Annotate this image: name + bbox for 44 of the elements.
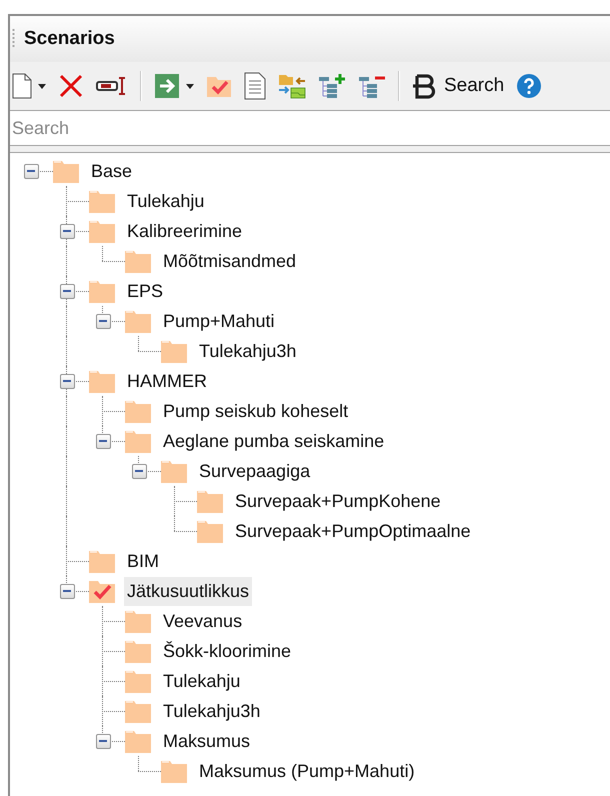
close-icon [58, 73, 84, 99]
collapse-toggle[interactable] [60, 584, 74, 598]
collapse-toggle[interactable] [60, 374, 74, 388]
tree-item-label[interactable]: Tulekahju3h [196, 336, 300, 366]
tree-item-label[interactable]: Tulekahju [160, 666, 244, 696]
tree-item-label[interactable]: Pump seiskub koheselt [160, 396, 352, 426]
collapse-toggle[interactable] [96, 434, 110, 448]
bold-b-icon [412, 73, 438, 99]
collapse-toggle[interactable] [132, 464, 146, 478]
search-button[interactable]: Search [412, 72, 504, 100]
tree-item-label[interactable]: Maksumus [160, 726, 254, 756]
tree-add-icon [318, 73, 346, 99]
tree-item-label[interactable]: EPS [124, 276, 166, 306]
tree-item-label[interactable]: Pump+Mahuti [160, 306, 278, 336]
tree-item-label[interactable]: HAMMER [124, 366, 210, 396]
help-icon [516, 73, 542, 99]
panel-title: Scenarios [24, 28, 115, 50]
tree-item-label[interactable]: Mõõtmisandmed [160, 246, 300, 276]
tree-item-label[interactable]: Maksumus (Pump+Mahuti) [196, 756, 418, 786]
grip-icon [12, 28, 15, 50]
tree-item-label[interactable]: Survepaak+PumpOptimaalne [232, 516, 474, 546]
tree-item-label[interactable]: Jätkusuutlikkus [124, 576, 252, 606]
tree-item-label[interactable]: Aeglane pumba seiskamine [160, 426, 388, 456]
toolbar-button[interactable] [244, 72, 266, 100]
new-document-icon [12, 73, 32, 99]
arrow-right-icon [154, 73, 180, 99]
search-field[interactable]: Search [10, 110, 610, 146]
collapse-toggle[interactable] [24, 164, 38, 178]
collapse-toggle[interactable] [60, 224, 74, 238]
tree-item-label[interactable]: Survepaak+PumpKohene [232, 486, 444, 516]
tree-item-label[interactable]: Survepaagiga [196, 456, 314, 486]
collapse-toggle[interactable] [96, 314, 110, 328]
tree-item-label[interactable]: Šokk-kloorimine [160, 636, 294, 666]
tree-item-label[interactable]: Base [88, 156, 136, 186]
collapse-toggle[interactable] [60, 284, 74, 298]
tree-item-label[interactable]: Kalibreerimine [124, 216, 246, 246]
toolbar-button[interactable] [12, 72, 46, 100]
folders-exchange-icon [278, 73, 306, 99]
collapse-toggle[interactable] [96, 734, 110, 748]
tree-item-label[interactable]: BIM [124, 546, 162, 576]
document-icon [244, 72, 266, 100]
tree-item-label[interactable]: Tulekahju3h [160, 696, 264, 726]
tree-item-label[interactable]: Tulekahju [124, 186, 208, 216]
tree-item-label[interactable]: Veevanus [160, 606, 246, 636]
